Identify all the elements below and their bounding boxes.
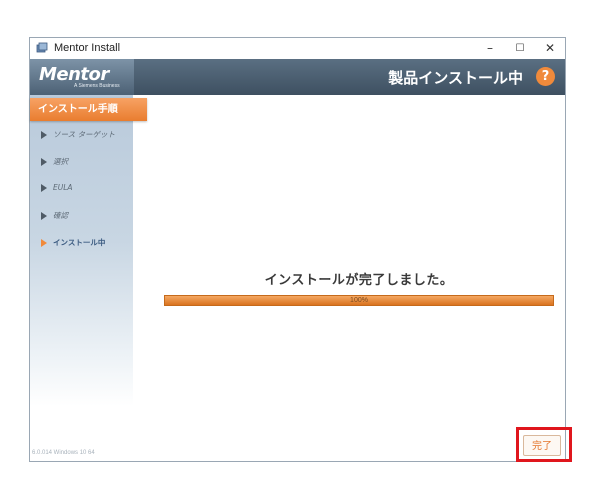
step-select: 選択	[41, 156, 68, 167]
highlight-box	[516, 427, 572, 462]
triangle-right-icon	[41, 184, 47, 192]
progress-label: 100%	[350, 297, 368, 304]
title-bar: Mentor Install – ☐ ✕	[30, 38, 565, 59]
step-label: ソース ターゲット	[53, 130, 116, 139]
completion-message: インストールが完了しました。	[264, 273, 454, 288]
step-label: 確認	[53, 211, 68, 220]
header-bar: Mentor A Siemens Business 製品インストール中 ?	[30, 59, 565, 95]
step-label: 選択	[53, 157, 68, 166]
window-title: Mentor Install	[54, 42, 121, 54]
step-confirm: 確認	[41, 210, 68, 221]
brand-logo: Mentor A Siemens Business	[30, 59, 134, 95]
logo-tagline: A Siemens Business	[74, 83, 120, 89]
installer-icon	[36, 42, 48, 53]
close-button[interactable]: ✕	[535, 38, 565, 59]
maximize-button[interactable]: ☐	[505, 38, 535, 59]
minimize-button[interactable]: –	[475, 38, 505, 59]
steps-sidebar: インストール手順 ソース ターゲット 選択 EULA 確認 インストール中 6.…	[30, 95, 147, 461]
progress-bar: 100%	[164, 295, 554, 306]
triangle-right-icon	[41, 158, 47, 166]
logo-text: Mentor	[39, 64, 109, 85]
triangle-right-icon	[41, 212, 47, 220]
help-icon[interactable]: ?	[536, 67, 555, 86]
step-installing: インストール中	[41, 237, 105, 248]
triangle-right-icon	[41, 239, 47, 247]
version-text: 6.0.014 Windows 10 64	[32, 450, 95, 456]
step-label: インストール中	[53, 238, 106, 247]
step-eula: EULA	[41, 183, 73, 192]
step-source-target: ソース ターゲット	[41, 129, 115, 140]
installer-window: Mentor Install – ☐ ✕ Mentor A Siemens Bu…	[29, 37, 566, 462]
step-label: EULA	[53, 183, 73, 192]
steps-heading: インストール手順	[30, 98, 147, 121]
triangle-right-icon	[41, 131, 47, 139]
header-title: 製品インストール中	[388, 69, 523, 87]
